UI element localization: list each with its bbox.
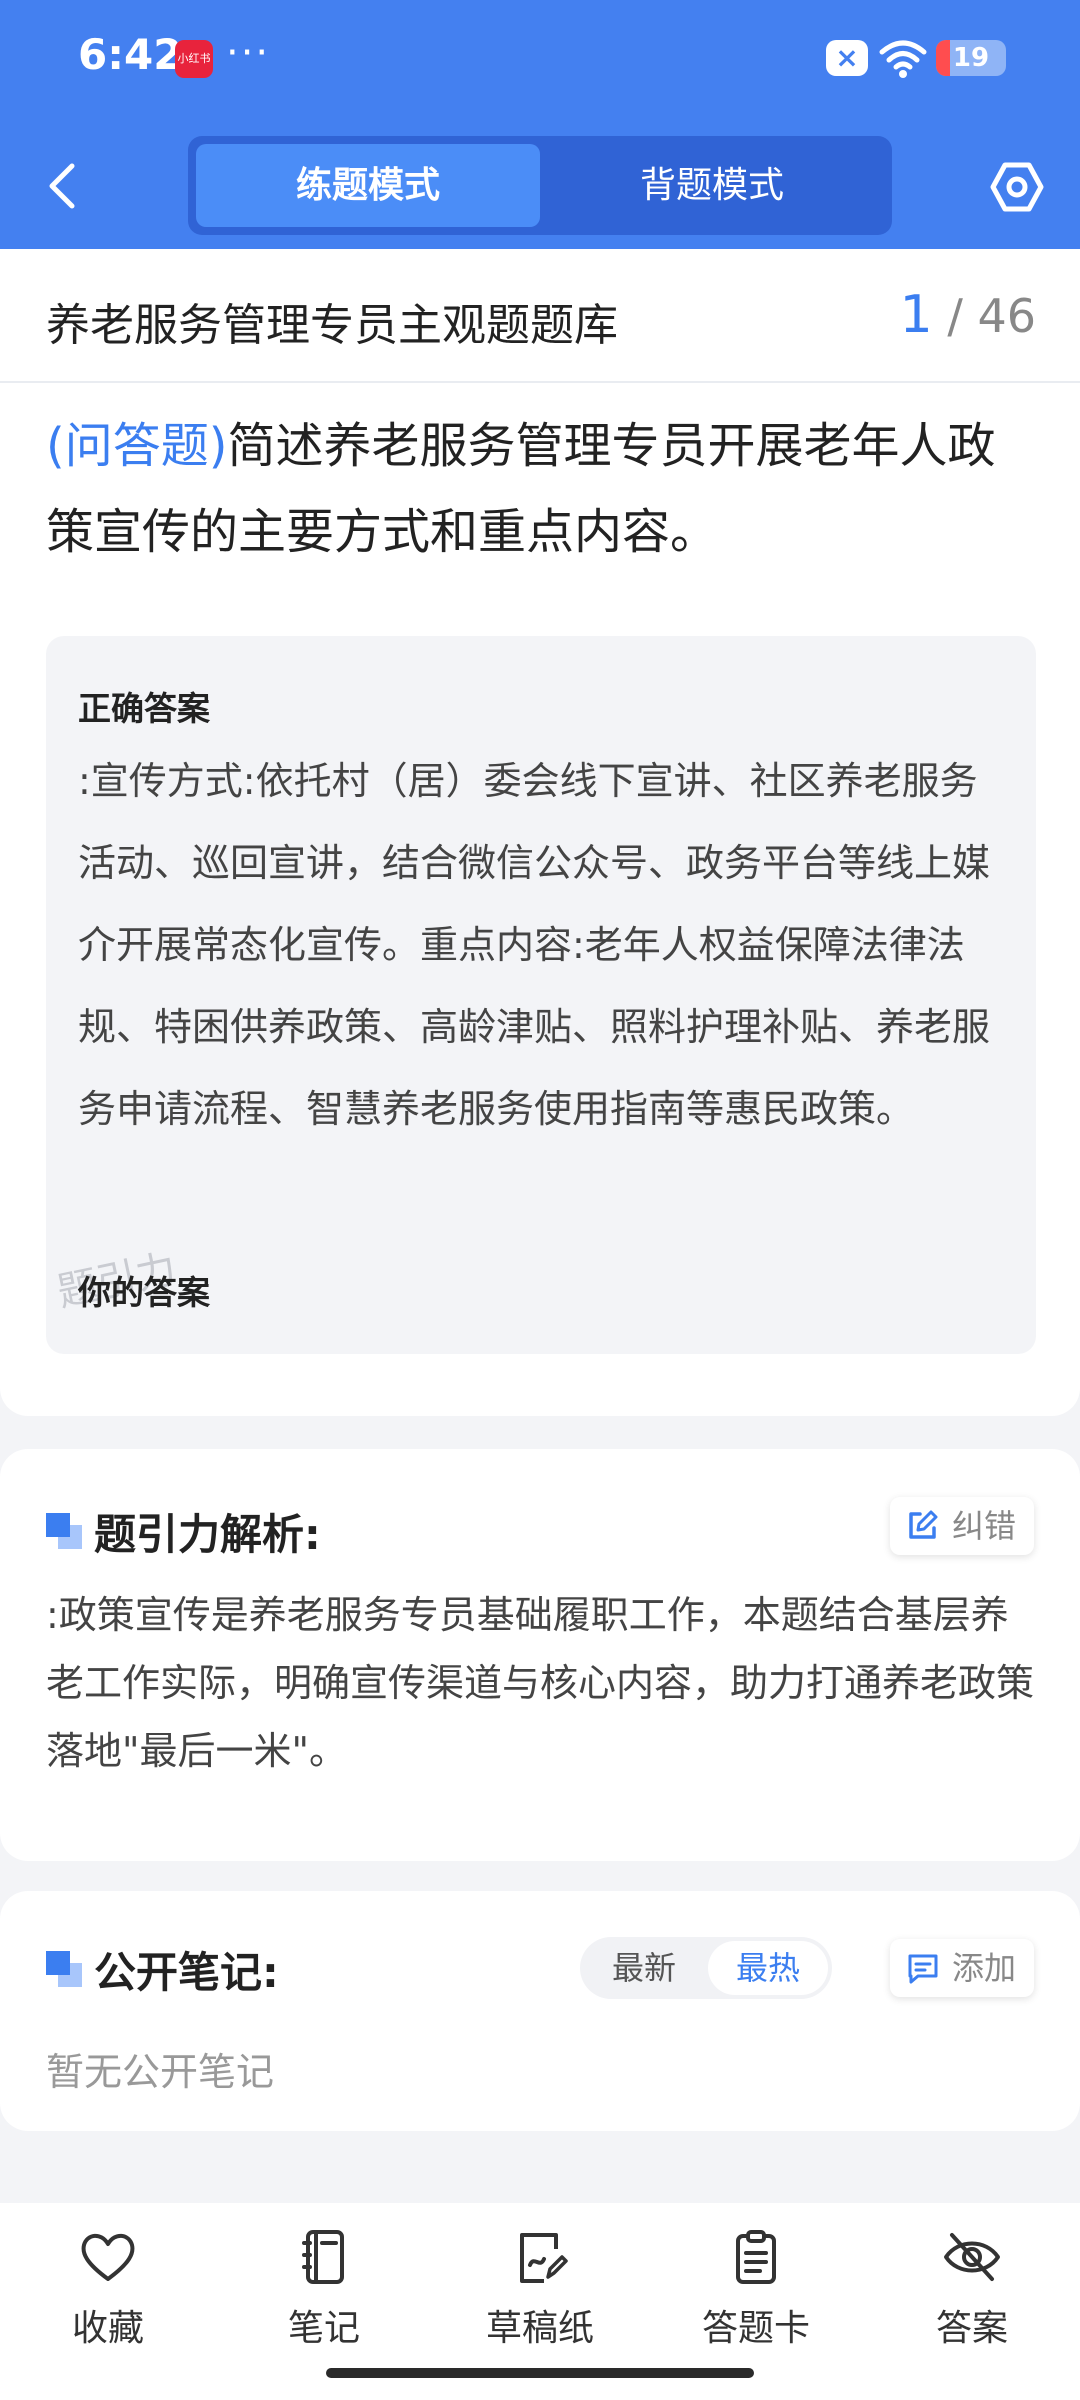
notebook-icon (302, 2230, 344, 2284)
current-question-number: 1 (899, 285, 933, 345)
clipboard-icon (736, 2230, 776, 2284)
edit-icon (909, 1510, 938, 1539)
sort-latest-option[interactable]: 最新 (584, 1941, 704, 1995)
total-question-count: / 46 (947, 289, 1036, 343)
report-error-button[interactable]: 纠错 (889, 1497, 1034, 1555)
heart-icon (81, 2233, 135, 2281)
report-error-label: 纠错 (951, 1507, 1016, 1545)
title-bar: 养老服务管理专员主观题题库 1 / 46 (0, 249, 1080, 383)
toggle-answer-button[interactable]: 答案 (892, 2229, 1052, 2351)
scratch-paper-label: 草稿纸 (485, 2308, 594, 2349)
app-notification-badge: 小红书 (175, 40, 213, 78)
question-type-label: (问答题) (46, 418, 228, 474)
analysis-section-icon (46, 1513, 82, 1549)
mode-switch: 练题模式 背题模式 (188, 136, 892, 235)
analysis-text: :政策宣传是养老服务专员基础履职工作，本题结合基层养老工作实际，明确宣传渠道与核… (46, 1593, 1035, 1773)
answer-card-button[interactable]: 答题卡 (676, 2229, 836, 2351)
notes-title: 公开笔记: (94, 1948, 279, 1997)
eye-hidden-icon (944, 2233, 1000, 2281)
favorite-button[interactable]: 收藏 (28, 2229, 188, 2351)
sort-hot-option[interactable]: 最热 (708, 1941, 828, 1995)
add-note-label: 添加 (951, 1949, 1016, 1987)
notes-button[interactable]: 笔记 (244, 2229, 404, 2351)
notes-sort-toggle: 最新 最热 (580, 1937, 832, 1999)
scratch-paper-button[interactable]: 草稿纸 (460, 2229, 620, 2351)
more-notifications-icon: ··· (226, 30, 271, 76)
screen: 6:42 小红书 ··· × 19 练题模式 背题模式 养老服务管理专员主观题题… (0, 0, 1080, 2400)
favorite-label: 收藏 (71, 2308, 144, 2349)
home-indicator[interactable] (326, 2368, 754, 2378)
question-counter[interactable]: 1 / 46 (900, 285, 1036, 345)
close-x-icon: × (826, 40, 868, 76)
tab-practice-mode[interactable]: 练题模式 (196, 144, 540, 227)
analysis-title: 题引力解析: (94, 1510, 321, 1559)
answer-box: 正确答案 :宣传方式:依托村（居）委会线下宣讲、社区养老服务活动、巡回宣讲，结合… (46, 636, 1036, 1354)
notes-section-icon (46, 1951, 82, 1987)
battery-icon: 19 (936, 40, 1006, 76)
tab-memorize-mode[interactable]: 背题模式 (540, 144, 884, 227)
settings-hexagon-icon[interactable] (990, 160, 1044, 214)
question-text-block: (问答题)简述养老服务管理专员开展老年人政策宣传的主要方式和重点内容。 (46, 403, 1036, 575)
battery-level: 19 (952, 43, 990, 73)
correct-answer-heading: 正确答案 (78, 689, 210, 728)
notes-label: 笔记 (287, 2308, 360, 2349)
header: 6:42 小红书 ··· × 19 练题模式 背题模式 (0, 0, 1080, 249)
comment-icon (908, 1954, 938, 1984)
your-answer-heading: 你的答案 (78, 1273, 210, 1312)
notes-empty-text: 暂无公开笔记 (46, 2050, 275, 2094)
notes-card: 公开笔记: 最新 最热 添加 暂无公开笔记 (0, 1891, 1080, 2131)
analysis-card: 题引力解析: 纠错 :政策宣传是养老服务专员基础履职工作，本题结合基层养老工作实… (0, 1449, 1080, 1861)
toggle-answer-label: 答案 (935, 2308, 1008, 2349)
status-time: 6:42 (78, 30, 183, 79)
back-chevron-icon[interactable] (42, 158, 82, 214)
add-note-button[interactable]: 添加 (889, 1939, 1034, 1997)
question-card: (问答题)简述养老服务管理专员开展老年人政策宣传的主要方式和重点内容。 正确答案… (0, 383, 1080, 1416)
page-title: 养老服务管理专员主观题题库 (46, 300, 618, 351)
scratch-paper-icon (520, 2233, 568, 2283)
answer-card-label: 答题卡 (701, 2308, 810, 2349)
wifi-icon (879, 40, 927, 78)
correct-answer-text: :宣传方式:依托村（居）委会线下宣讲、社区养老服务活动、巡回宣讲，结合微信公众号… (78, 759, 991, 1131)
